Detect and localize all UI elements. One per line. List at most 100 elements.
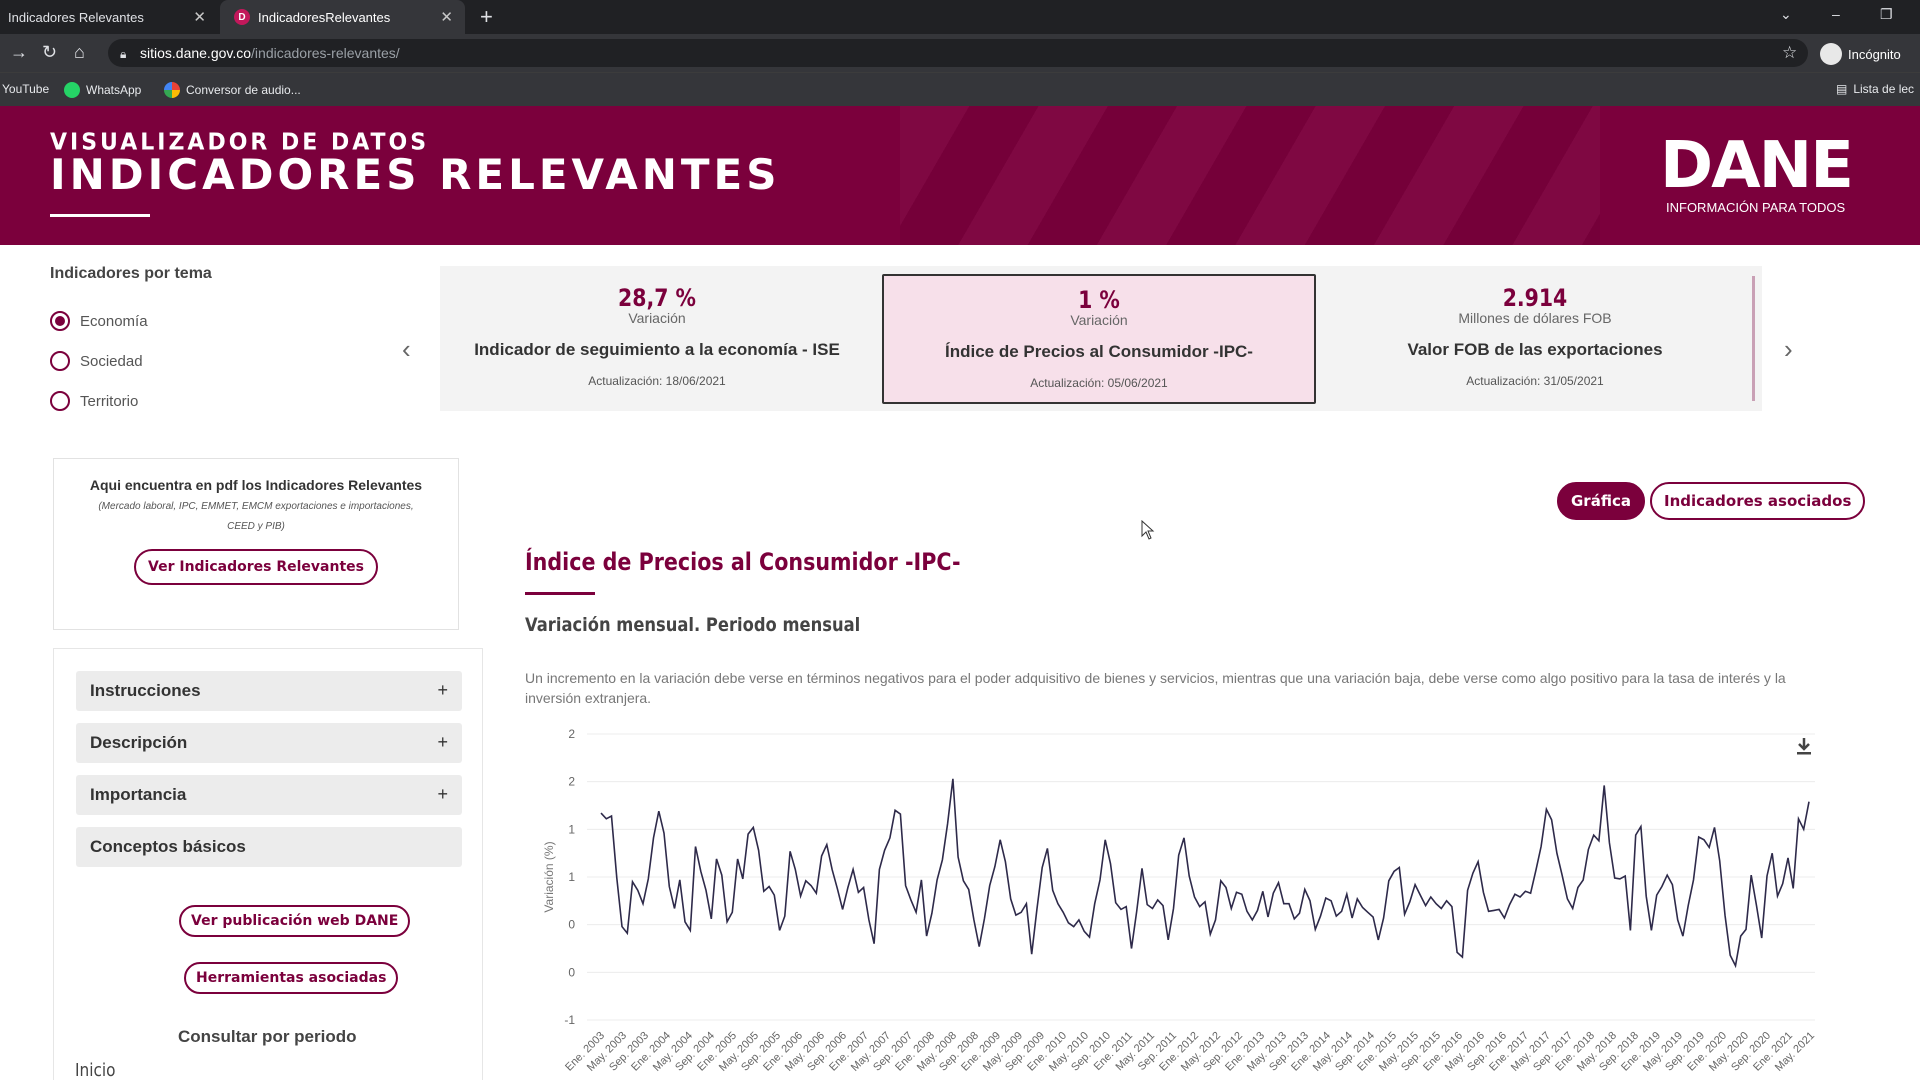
- card-updated: Actualización: 18/06/2021: [588, 374, 726, 388]
- grafica-button[interactable]: Gráfica: [1557, 482, 1645, 520]
- y-tick-label: -1: [564, 1013, 575, 1027]
- indicator-carousel: 28,7 % Variación Indicador de seguimient…: [440, 266, 1762, 411]
- accordion-descripcion[interactable]: Descripción +: [76, 723, 462, 763]
- series-line: [600, 778, 1810, 969]
- banner-decoration: [900, 106, 1600, 245]
- accordion-instrucciones[interactable]: Instrucciones +: [76, 671, 462, 711]
- carousel-next-icon[interactable]: ›: [1784, 334, 1793, 365]
- card-value: 1 %: [1078, 286, 1120, 314]
- browser-tab[interactable]: Indicadores Relevantes ✕: [0, 0, 218, 34]
- radio-territorio[interactable]: Territorio: [50, 391, 138, 411]
- home-icon[interactable]: ⌂: [74, 42, 85, 63]
- carousel-edge: [1752, 276, 1755, 401]
- bookmark-youtube[interactable]: YouTube: [2, 82, 49, 96]
- indicator-card-exportaciones[interactable]: 2.914 Millones de dólares FOB Valor FOB …: [1318, 266, 1752, 411]
- radio-icon[interactable]: [50, 391, 70, 411]
- new-tab-icon[interactable]: +: [480, 4, 493, 30]
- card-value: 2.914: [1502, 284, 1568, 312]
- card-name: Índice de Precios al Consumidor -IPC-: [945, 342, 1253, 361]
- bookmarks-bar: YouTube WhatsApp Conversor de audio... ▤…: [0, 72, 1920, 106]
- herramientas-button[interactable]: Herramientas asociadas: [184, 962, 399, 994]
- inicio-label: Inicio: [75, 1060, 116, 1081]
- reload-icon[interactable]: ↻: [42, 42, 57, 63]
- y-axis-label: Variación (%): [542, 841, 556, 912]
- reading-list-icon: ▤: [1836, 82, 1848, 96]
- mouse-cursor-icon: [1141, 520, 1155, 540]
- banner-underline: [50, 214, 150, 217]
- radio-selected-icon[interactable]: [50, 311, 70, 331]
- indicator-card-ise[interactable]: 28,7 % Variación Indicador de seguimient…: [440, 266, 874, 411]
- pdf-box-subtitle: (Mercado laboral, IPC, EMMET, EMCM expor…: [98, 501, 414, 532]
- restore-icon[interactable]: ❐: [1880, 6, 1893, 23]
- plus-icon: +: [437, 784, 448, 804]
- bookmark-label: Conversor de audio...: [186, 83, 301, 97]
- incognito-profile[interactable]: Incógnito: [1820, 43, 1901, 65]
- url-path: /indicadores-relevantes/: [251, 45, 400, 61]
- accordion-label: Instrucciones: [90, 681, 201, 700]
- dane-logo[interactable]: DANE: [1660, 134, 1854, 198]
- accordion-label: Conceptos básicos: [90, 837, 246, 856]
- card-updated: Actualización: 05/06/2021: [1030, 376, 1168, 390]
- banner-title: INDICADORES RELEVANTES: [50, 150, 781, 199]
- pdf-box: Aqui encuentra en pdf los Indicadores Re…: [53, 458, 459, 630]
- chart-subtitle: Variación mensual. Periodo mensual: [525, 614, 861, 636]
- tab-title: Indicadores Relevantes: [8, 9, 144, 25]
- y-tick-label: 0: [568, 918, 575, 932]
- ipc-line-chart: 221100-1Variación (%)Ene. 2003May. 2003S…: [542, 727, 1817, 1074]
- ver-indicadores-button[interactable]: Ver Indicadores Relevantes: [134, 549, 378, 585]
- incognito-icon: [1820, 43, 1842, 65]
- y-tick-label: 2: [568, 775, 575, 789]
- address-bar: → ↻ ⌂ sitios.dane.gov.co/indicadores-rel…: [0, 34, 1920, 72]
- card-unit: Millones de dólares FOB: [1458, 310, 1612, 326]
- radio-economia[interactable]: Economía: [50, 311, 148, 331]
- card-updated: Actualización: 31/05/2021: [1466, 374, 1604, 388]
- accordion-importancia[interactable]: Importancia +: [76, 775, 462, 815]
- card-unit: Variación: [1070, 312, 1128, 328]
- url-host: sitios.dane.gov.co: [140, 45, 252, 61]
- plus-icon: +: [437, 680, 448, 700]
- forward-arrow-icon[interactable]: →: [10, 42, 28, 63]
- indicadores-asociados-button[interactable]: Indicadores asociados: [1650, 482, 1866, 520]
- minimize-icon[interactable]: –: [1832, 6, 1840, 22]
- indicator-card-ipc[interactable]: 1 % Variación Índice de Precios al Consu…: [882, 274, 1316, 404]
- browser-tab-active[interactable]: D IndicadoresRelevantes ✕: [220, 0, 465, 34]
- accordion-conceptos[interactable]: Conceptos básicos: [76, 827, 462, 867]
- browser-tabbar: Indicadores Relevantes ✕ D IndicadoresRe…: [0, 0, 1920, 34]
- dane-favicon-icon: D: [234, 9, 250, 25]
- ver-publicacion-button[interactable]: Ver publicación web DANE: [179, 905, 411, 937]
- chart-title: Índice de Precios al Consumidor -IPC-: [525, 548, 961, 576]
- reading-list[interactable]: ▤ Lista de lec: [1836, 82, 1914, 96]
- tab-search-icon[interactable]: ⌄: [1780, 6, 1792, 23]
- y-tick-label: 1: [568, 822, 575, 836]
- bookmark-star-icon[interactable]: ☆: [1782, 43, 1797, 63]
- themes-heading: Indicadores por tema: [50, 265, 212, 282]
- header-banner: VISUALIZADOR DE DATOS INDICADORES RELEVA…: [0, 106, 1920, 245]
- plus-icon: +: [437, 732, 448, 752]
- radio-label: Sociedad: [80, 352, 143, 370]
- tab-title: IndicadoresRelevantes: [258, 9, 391, 25]
- carousel-prev-icon[interactable]: ‹: [402, 334, 411, 365]
- y-tick-label: 0: [568, 965, 575, 979]
- bookmark-conversor[interactable]: Conversor de audio...: [164, 82, 301, 98]
- radio-sociedad[interactable]: Sociedad: [50, 351, 143, 371]
- bookmark-whatsapp[interactable]: WhatsApp: [64, 82, 141, 98]
- lock-icon[interactable]: 🔒︎: [120, 47, 126, 62]
- bookmark-label: WhatsApp: [86, 83, 142, 97]
- chart-description: Un incremento en la variación debe verse…: [525, 670, 1786, 706]
- title-underline: [525, 592, 595, 595]
- radio-label: Territorio: [80, 392, 139, 410]
- url-input[interactable]: sitios.dane.gov.co/indicadores-relevante…: [108, 39, 1808, 67]
- accordion-label: Importancia: [90, 785, 187, 804]
- y-tick-label: 1: [568, 870, 575, 884]
- close-icon[interactable]: ✕: [440, 8, 453, 26]
- consultar-periodo-heading: Consultar por periodo: [178, 1027, 357, 1046]
- accordion-label: Descripción: [90, 733, 188, 752]
- card-unit: Variación: [628, 310, 686, 326]
- close-icon[interactable]: ✕: [193, 8, 206, 26]
- dane-logo-tagline: INFORMACIÓN PARA TODOS: [1666, 200, 1846, 215]
- whatsapp-icon: [64, 82, 80, 98]
- radio-icon[interactable]: [50, 351, 70, 371]
- y-tick-label: 2: [568, 727, 575, 741]
- radio-label: Economía: [80, 312, 148, 330]
- info-panel: Instrucciones + Descripción + Importancia +…: [53, 648, 483, 1080]
